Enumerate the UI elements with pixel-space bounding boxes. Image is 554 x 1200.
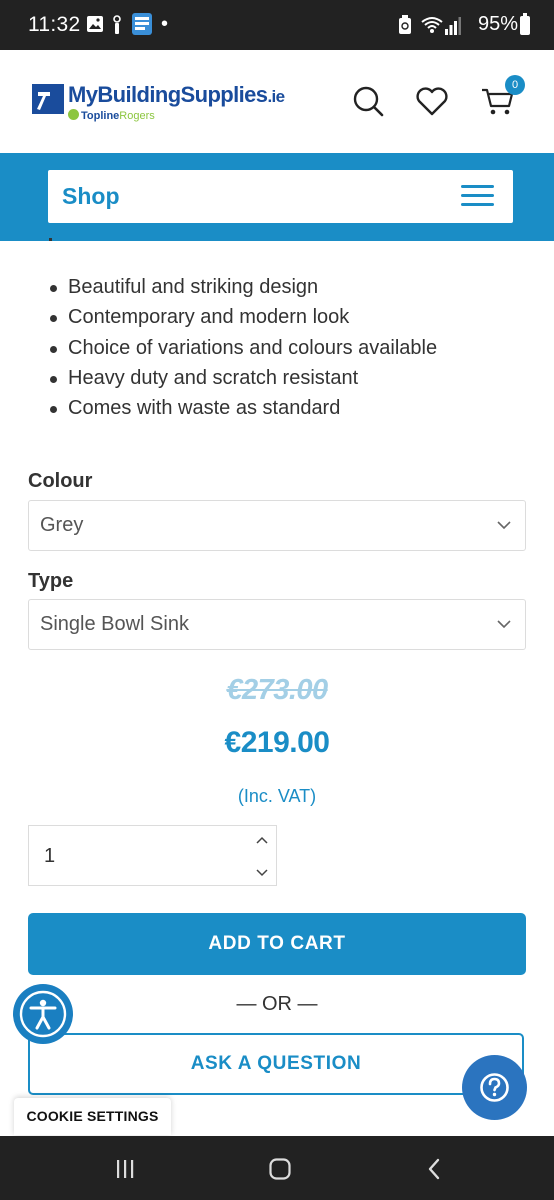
hamburger-icon[interactable] [461, 185, 495, 209]
type-label: Type [28, 570, 74, 592]
chevron-down-icon [497, 521, 511, 530]
cookie-settings-button[interactable]: COOKIE SETTINGS [14, 1098, 171, 1135]
question-icon [480, 1073, 509, 1102]
accessibility-icon [19, 990, 67, 1038]
vat-note: (Inc. VAT) [237, 786, 317, 806]
type-select[interactable]: Single Bowl Sink [28, 599, 526, 650]
shop-bar: Shop [0, 153, 554, 241]
battery-saver-icon [399, 15, 411, 34]
chevron-down-icon [497, 620, 511, 629]
status-bar: 11:32 • 95% [0, 0, 554, 50]
home-icon[interactable] [267, 1156, 293, 1182]
shop-menu-toggle[interactable]: Shop [48, 170, 513, 223]
partial-heading-fragment [48, 233, 58, 241]
site-logo[interactable]: MyBuildingSupplies.ie ToplineRogers [32, 82, 302, 126]
colour-select[interactable]: Grey [28, 500, 526, 551]
quantity-stepper[interactable]: 1 [28, 825, 277, 886]
logo-check-icon [68, 109, 79, 120]
system-nav-bar [0, 1136, 554, 1200]
quantity-value: 1 [44, 845, 56, 867]
accessibility-button[interactable] [13, 984, 73, 1044]
add-to-cart-button[interactable]: ADD TO CART [28, 913, 526, 975]
colour-value: Grey [40, 514, 84, 536]
back-icon[interactable] [422, 1156, 448, 1182]
battery-icon [520, 13, 530, 35]
battery-percent: 95% [477, 13, 518, 35]
logo-hammer-icon [32, 84, 64, 114]
logo-name: MyBuildingSupplies.ie [68, 82, 285, 107]
type-value: Single Bowl Sink [40, 613, 189, 635]
feature-item: Beautiful and striking design [50, 272, 437, 302]
status-time: 11:32 [28, 13, 81, 36]
gallery-icon [87, 16, 103, 32]
search-icon[interactable] [351, 84, 385, 118]
site-header: MyBuildingSupplies.ie ToplineRogers 0 [0, 50, 554, 153]
logo-sub-brand: ToplineRogers [68, 109, 155, 122]
features-list: Beautiful and striking design Contempora… [50, 272, 437, 423]
feature-item: Heavy duty and scratch resistant [50, 363, 437, 393]
help-chat-button[interactable] [462, 1055, 527, 1120]
cart-button[interactable]: 0 [481, 75, 525, 118]
shop-label: Shop [62, 183, 120, 209]
heart-icon[interactable] [415, 84, 449, 118]
recent-apps-icon[interactable] [112, 1156, 138, 1182]
tip-icon [113, 15, 121, 34]
feature-item: Comes with waste as standard [50, 393, 437, 423]
sale-price: €219.00 [224, 726, 330, 759]
feature-item: Contemporary and modern look [50, 302, 437, 332]
original-price: €273.00 [226, 674, 328, 706]
colour-label: Colour [28, 470, 93, 492]
ask-question-button[interactable]: ASK A QUESTION [28, 1033, 524, 1095]
app-notification-icon [132, 13, 152, 35]
wifi-icon [421, 17, 443, 33]
notification-dot: • [161, 13, 169, 35]
chevron-up-icon[interactable] [254, 832, 270, 850]
cart-count-badge: 0 [505, 75, 525, 95]
or-divider: — OR — [236, 993, 318, 1015]
chevron-down-icon[interactable] [254, 863, 270, 881]
feature-item: Choice of variations and colours availab… [50, 333, 437, 363]
signal-icon [445, 17, 461, 35]
